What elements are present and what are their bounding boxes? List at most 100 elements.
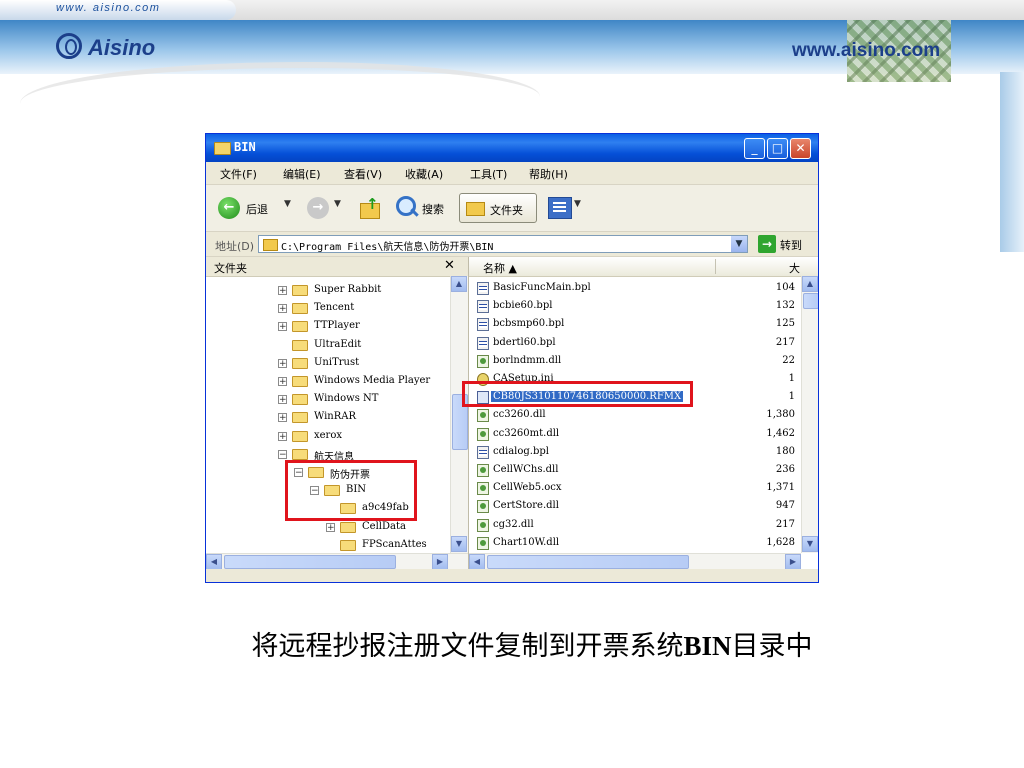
file-name: cdialog.bpl [493, 445, 549, 457]
folder-icon [292, 394, 308, 406]
aisino-logo-icon [56, 33, 82, 59]
go-arrow-icon[interactable]: → [758, 235, 776, 253]
file-name: CertStore.dll [493, 500, 559, 512]
caption-bold: BIN [683, 631, 732, 661]
file-size: 217 [775, 518, 795, 530]
file-name: bcbie60.bpl [493, 300, 553, 312]
title-bar[interactable]: BIN _ □ ✕ [206, 134, 818, 162]
close-icon[interactable]: ✕ [444, 258, 455, 273]
views-dropdown-icon[interactable]: ▼ [574, 199, 581, 209]
folder-icon [292, 412, 308, 424]
scroll-right-icon[interactable]: ▶ [785, 554, 801, 569]
scroll-left-icon[interactable]: ◀ [206, 554, 222, 569]
file-row[interactable]: CellWeb5.ocx 1,371 [469, 480, 799, 498]
file-icon [477, 282, 489, 295]
scroll-up-icon[interactable]: ▲ [451, 276, 467, 292]
scroll-up-icon[interactable]: ▲ [802, 276, 818, 292]
folders-pane: 文件夹 ✕ + Super Rabbit + Tencent + TTPlayer Ultr… [206, 257, 469, 569]
search-button-label[interactable]: 搜索 [422, 201, 444, 217]
expand-icon[interactable]: + [278, 322, 287, 332]
files-scrollbar[interactable]: ▲ ▼ [801, 276, 818, 553]
expand-icon[interactable]: + [278, 377, 287, 387]
scroll-thumb[interactable] [803, 293, 818, 309]
column-separator[interactable] [715, 259, 716, 274]
column-name[interactable]: 名称 ▲ [483, 260, 517, 276]
search-icon[interactable] [396, 196, 416, 216]
tree-item-label: Windows NT [314, 393, 379, 405]
back-dropdown-icon[interactable]: ▼ [284, 199, 291, 209]
collapse-icon[interactable]: − [278, 449, 287, 459]
file-row[interactable]: bcbie60.bpl 132 [469, 298, 799, 316]
file-size: 236 [775, 464, 795, 475]
address-bar: 地址(D) C:\Program Files\航天信息\防伪开票\BIN ▼ →… [206, 232, 818, 257]
file-row[interactable]: cc3260mt.dll 1,462 [469, 426, 799, 444]
forward-dropdown-icon[interactable]: ▼ [334, 199, 341, 209]
files-hscrollbar[interactable]: ◀ ▶ [469, 553, 801, 569]
file-row[interactable]: CellWChs.dll 236 [469, 462, 799, 480]
menu-help[interactable]: 帮助(H) [529, 166, 568, 182]
back-arrow-icon[interactable]: ← [218, 197, 240, 219]
scroll-left-icon[interactable]: ◀ [469, 554, 485, 569]
address-label: 地址(D) [215, 240, 255, 253]
file-icon [477, 300, 489, 314]
expand-icon[interactable]: + [278, 413, 287, 423]
header-url-small: www. aisino.com [56, 2, 161, 14]
menu-view[interactable]: 查看(V) [344, 166, 382, 182]
expand-icon[interactable]: + [278, 286, 287, 296]
file-row[interactable]: bcbsmp60.bpl 125 [469, 316, 799, 334]
file-row[interactable]: cc3260.dll 1,380 [469, 407, 799, 425]
file-size: 1,380 [766, 409, 795, 421]
menu-tools[interactable]: 工具(T) [470, 166, 507, 182]
tree-item-label: CellData [362, 520, 406, 532]
slide-caption: 将远程抄报注册文件复制到开票系统BIN目录中 [0, 624, 1024, 663]
address-dropdown-icon[interactable]: ▼ [731, 236, 747, 252]
expand-icon[interactable]: + [278, 358, 287, 368]
minimize-button[interactable]: _ [744, 138, 765, 159]
hscroll-thumb[interactable] [224, 555, 396, 569]
file-row[interactable]: CertStore.dll 947 [469, 498, 799, 516]
close-button[interactable]: ✕ [790, 138, 811, 159]
menu-file[interactable]: 文件(F) [220, 166, 257, 182]
window-title: BIN [234, 140, 256, 154]
back-button-label[interactable]: 后退 [246, 201, 268, 217]
expand-icon[interactable]: + [278, 431, 287, 441]
folders-pane-title: 文件夹 [214, 262, 247, 275]
forward-arrow-icon[interactable]: → [307, 197, 329, 219]
expand-icon[interactable]: + [278, 304, 287, 314]
folders-scrollbar[interactable]: ▲ ▼ [450, 276, 468, 553]
file-row[interactable]: Chart10W.dll 1,628 [469, 535, 799, 553]
folder-icon [340, 539, 356, 551]
folders-button[interactable]: 文件夹 [459, 193, 537, 223]
column-size[interactable]: 大 [789, 260, 800, 276]
maximize-button[interactable]: □ [767, 138, 788, 159]
tree-item-label: UniTrust [314, 356, 360, 368]
file-row[interactable]: BasicFuncMain.bpl 104 [469, 280, 799, 298]
file-row[interactable]: borlndmm.dll 22 [469, 353, 799, 371]
go-button-label[interactable]: 转到 [780, 237, 802, 253]
aisino-logo: Aisino [56, 33, 155, 61]
file-row[interactable]: cg32.dll 217 [469, 517, 799, 535]
menu-edit[interactable]: 编辑(E) [283, 166, 321, 182]
folder-icon [292, 448, 308, 460]
scroll-down-icon[interactable]: ▼ [451, 536, 467, 552]
expand-icon[interactable]: + [278, 395, 287, 405]
folders-pane-header: 文件夹 ✕ [206, 257, 468, 277]
menu-favorites[interactable]: 收藏(A) [405, 166, 443, 182]
file-icon [477, 536, 489, 550]
hscroll-thumb[interactable] [487, 555, 689, 569]
file-row[interactable]: cdialog.bpl 180 [469, 444, 799, 462]
folders-hscrollbar[interactable]: ◀ ▶ [206, 553, 468, 569]
menu-bar: 文件(F) 编辑(E) 查看(V) 收藏(A) 工具(T) 帮助(H) [206, 162, 818, 211]
expand-icon[interactable]: + [326, 522, 335, 532]
up-folder-icon[interactable] [358, 195, 380, 219]
file-row[interactable]: bdertl60.bpl 217 [469, 335, 799, 353]
file-size: 217 [775, 336, 795, 348]
tree-item-label: WinRAR [314, 411, 357, 423]
address-input[interactable]: C:\Program Files\航天信息\防伪开票\BIN ▼ [258, 235, 748, 253]
views-icon[interactable] [548, 197, 572, 219]
scroll-down-icon[interactable]: ▼ [802, 536, 818, 552]
caption-prefix: 将远程抄报注册文件复制到开票系统 [251, 631, 684, 662]
scroll-right-icon[interactable]: ▶ [432, 554, 448, 569]
tree-item-label: xerox [314, 429, 342, 441]
file-size: 1,462 [766, 427, 795, 439]
